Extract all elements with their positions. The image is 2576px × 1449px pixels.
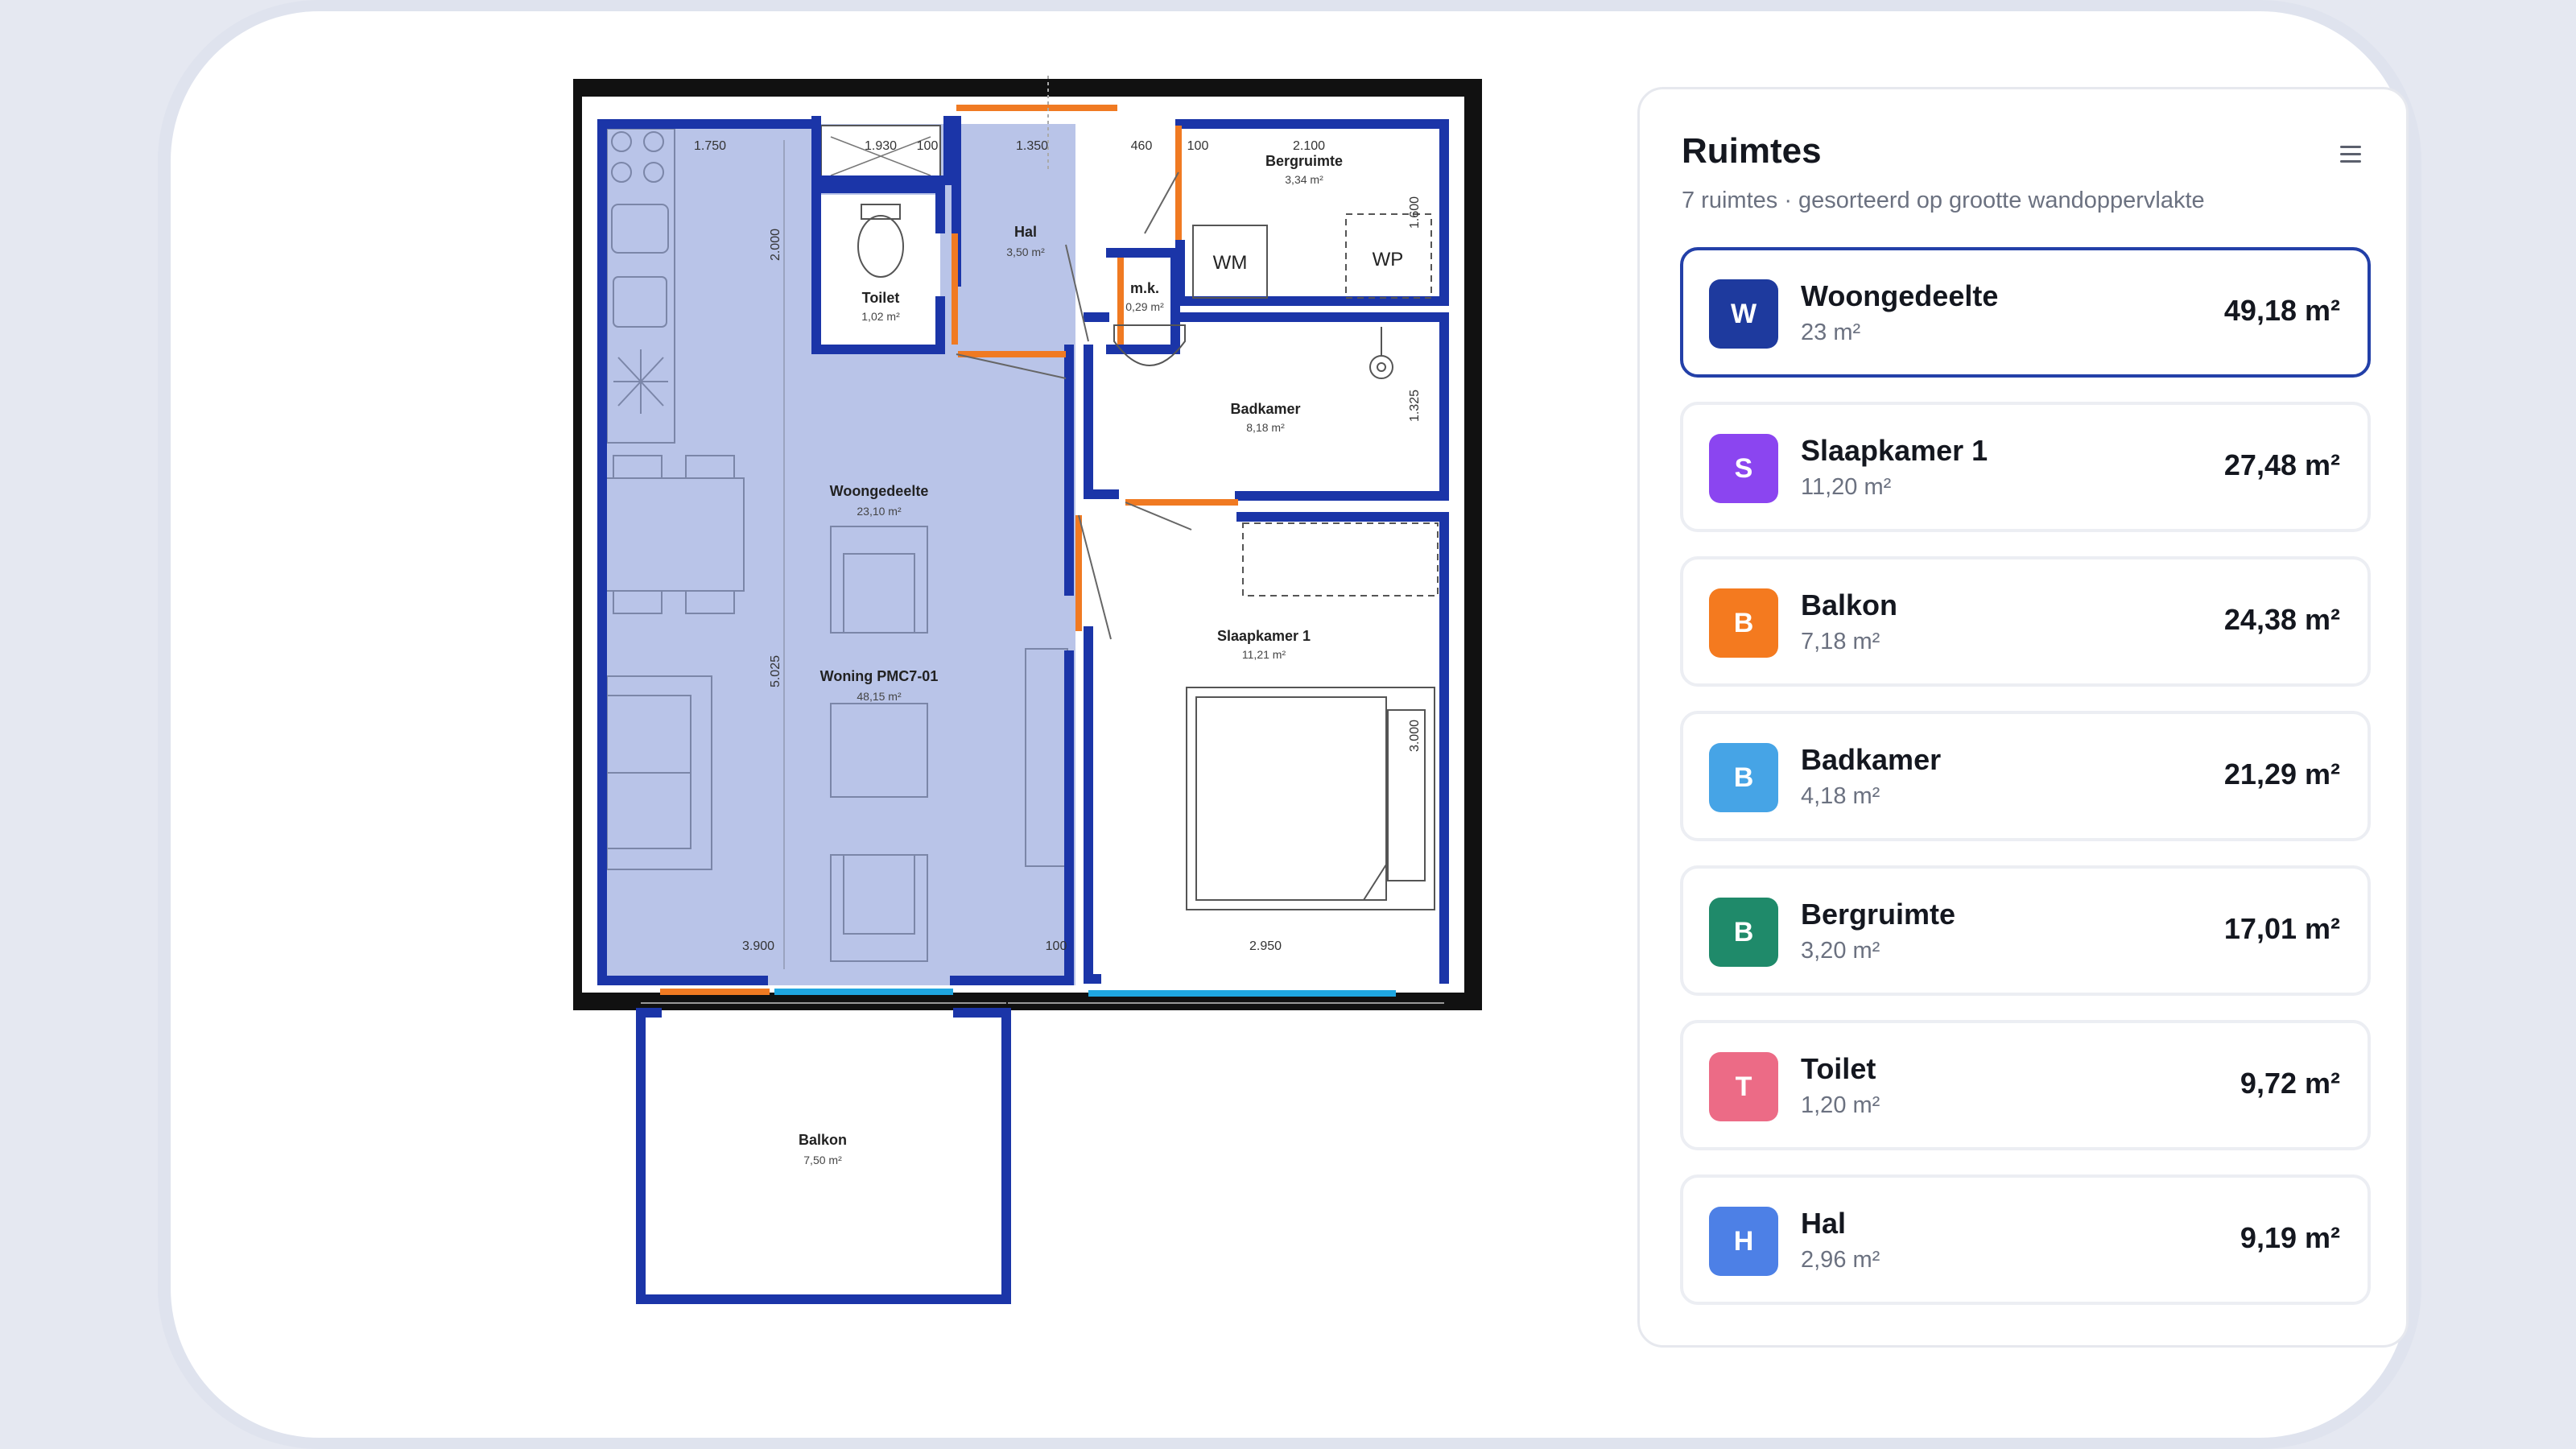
room-floor-area: 1,20 m² [1801,1092,1880,1118]
dim-1750: 1.750 [694,139,726,153]
dim-5025: 5.025 [769,655,782,687]
balkon-label: Balkon [799,1132,847,1148]
dim-1930: 1.930 [865,139,897,153]
floor-plan[interactable]: Woongedeelte Woning PMC7-01 Hal Toilet m… [573,76,1523,1348]
room-name: Toilet [1801,1052,1876,1085]
rooms-panel: Ruimtes 7 ruimtes · gesorteerd op groott… [1637,87,2409,1348]
wp-label: WP [1373,249,1404,270]
room-badge: H [1709,1207,1778,1276]
woning-label: Woning PMC7-01 [820,668,939,684]
dim-2000: 2.000 [769,229,782,261]
mk-label: m.k. [1130,280,1159,296]
hal-area: 3,50 m² [1006,246,1045,258]
panel-subtitle: 7 ruimtes · gesorteerd op grootte wandop… [1682,188,2205,213]
panel-title: Ruimtes [1682,131,1822,171]
dim-1350: 1.350 [1016,139,1048,153]
room-name: Balkon [1801,588,1898,621]
dim-3900: 3.900 [742,939,774,953]
toilet-label: Toilet [862,290,900,306]
dim-2950: 2.950 [1249,939,1282,953]
bergruimte-area: 3,34 m² [1285,173,1323,186]
wm-label: WM [1213,252,1248,274]
dim-3000: 3.000 [1408,720,1422,752]
room-badge: B [1709,743,1778,812]
toilet-area: 1,02 m² [861,310,900,323]
room-name: Hal [1801,1207,1847,1240]
dim-100-c: 100 [1046,939,1067,953]
room-wall-area: 21,29 m² [2223,758,2340,791]
room-card[interactable]: T Toilet 1,20 m² 9,72 m² [1680,1020,2371,1150]
room-wall-area: 24,38 m² [2223,603,2340,636]
room-floor-area: 23 m² [1801,320,1861,345]
dim-460: 460 [1131,139,1153,153]
dim-1325: 1.325 [1408,390,1422,422]
room-wall-area: 9,72 m² [2240,1067,2340,1100]
woning-area: 48,15 m² [857,690,902,703]
room-card[interactable]: S Slaapkamer 1 11,20 m² 27,48 m² [1680,402,2371,532]
room-card[interactable]: B Bergruimte 3,20 m² 17,01 m² [1680,865,2371,996]
dim-100-a: 100 [917,139,939,153]
dim-100-b: 100 [1187,139,1209,153]
dim-2100: 2.100 [1293,139,1325,153]
room-list: W Woongedeelte 23 m² 49,18 m² S Slaapkamer 1 1… [1680,247,2371,1329]
room-wall-area: 27,48 m² [2223,448,2340,481]
room-wall-area: 9,19 m² [2240,1221,2340,1254]
room-wall-area: 17,01 m² [2223,912,2340,945]
slaapkamer-area: 11,21 m² [1242,648,1286,661]
balkon-area: 7,50 m² [803,1154,842,1166]
room-floor-area: 3,20 m² [1801,938,1880,964]
woongedeelte-label: Woongedeelte [830,483,929,499]
room-badge: W [1709,279,1778,349]
room-badge: B [1709,898,1778,967]
room-floor-area: 7,18 m² [1801,629,1880,654]
room-floor-area: 11,20 m² [1801,474,1892,500]
app-frame: Woongedeelte Woning PMC7-01 Hal Toilet m… [158,0,2421,1449]
room-name: Bergruimte [1801,898,1956,931]
dim-1600: 1.600 [1408,196,1422,229]
room-card[interactable]: B Balkon 7,18 m² 24,38 m² [1680,556,2371,687]
hamburger-menu-icon[interactable] [2340,146,2361,165]
room-wall-area: 49,18 m² [2223,294,2340,327]
room-floor-area: 2,96 m² [1801,1247,1880,1273]
bergruimte-label: Bergruimte [1265,153,1343,169]
room-card[interactable]: W Woongedeelte 23 m² 49,18 m² [1680,247,2371,378]
room-card[interactable]: B Badkamer 4,18 m² 21,29 m² [1680,711,2371,841]
room-name: Woongedeelte [1801,279,1999,312]
room-badge: B [1709,588,1778,658]
room-floor-area: 4,18 m² [1801,783,1880,809]
room-name: Badkamer [1801,743,1942,776]
mk-area: 0,29 m² [1125,300,1164,313]
woongedeelte-area: 23,10 m² [857,505,902,518]
room-badge: S [1709,434,1778,503]
badkamer-label: Badkamer [1230,401,1300,417]
room-name: Slaapkamer 1 [1801,434,1988,467]
floor-plan-drawing: Woongedeelte Woning PMC7-01 Hal Toilet m… [573,76,1482,1304]
badkamer-area: 8,18 m² [1246,421,1285,434]
room-badge: T [1709,1052,1778,1121]
slaapkamer-label: Slaapkamer 1 [1217,628,1311,644]
hal-label: Hal [1014,224,1037,240]
room-card[interactable]: H Hal 2,96 m² 9,19 m² [1680,1174,2371,1305]
